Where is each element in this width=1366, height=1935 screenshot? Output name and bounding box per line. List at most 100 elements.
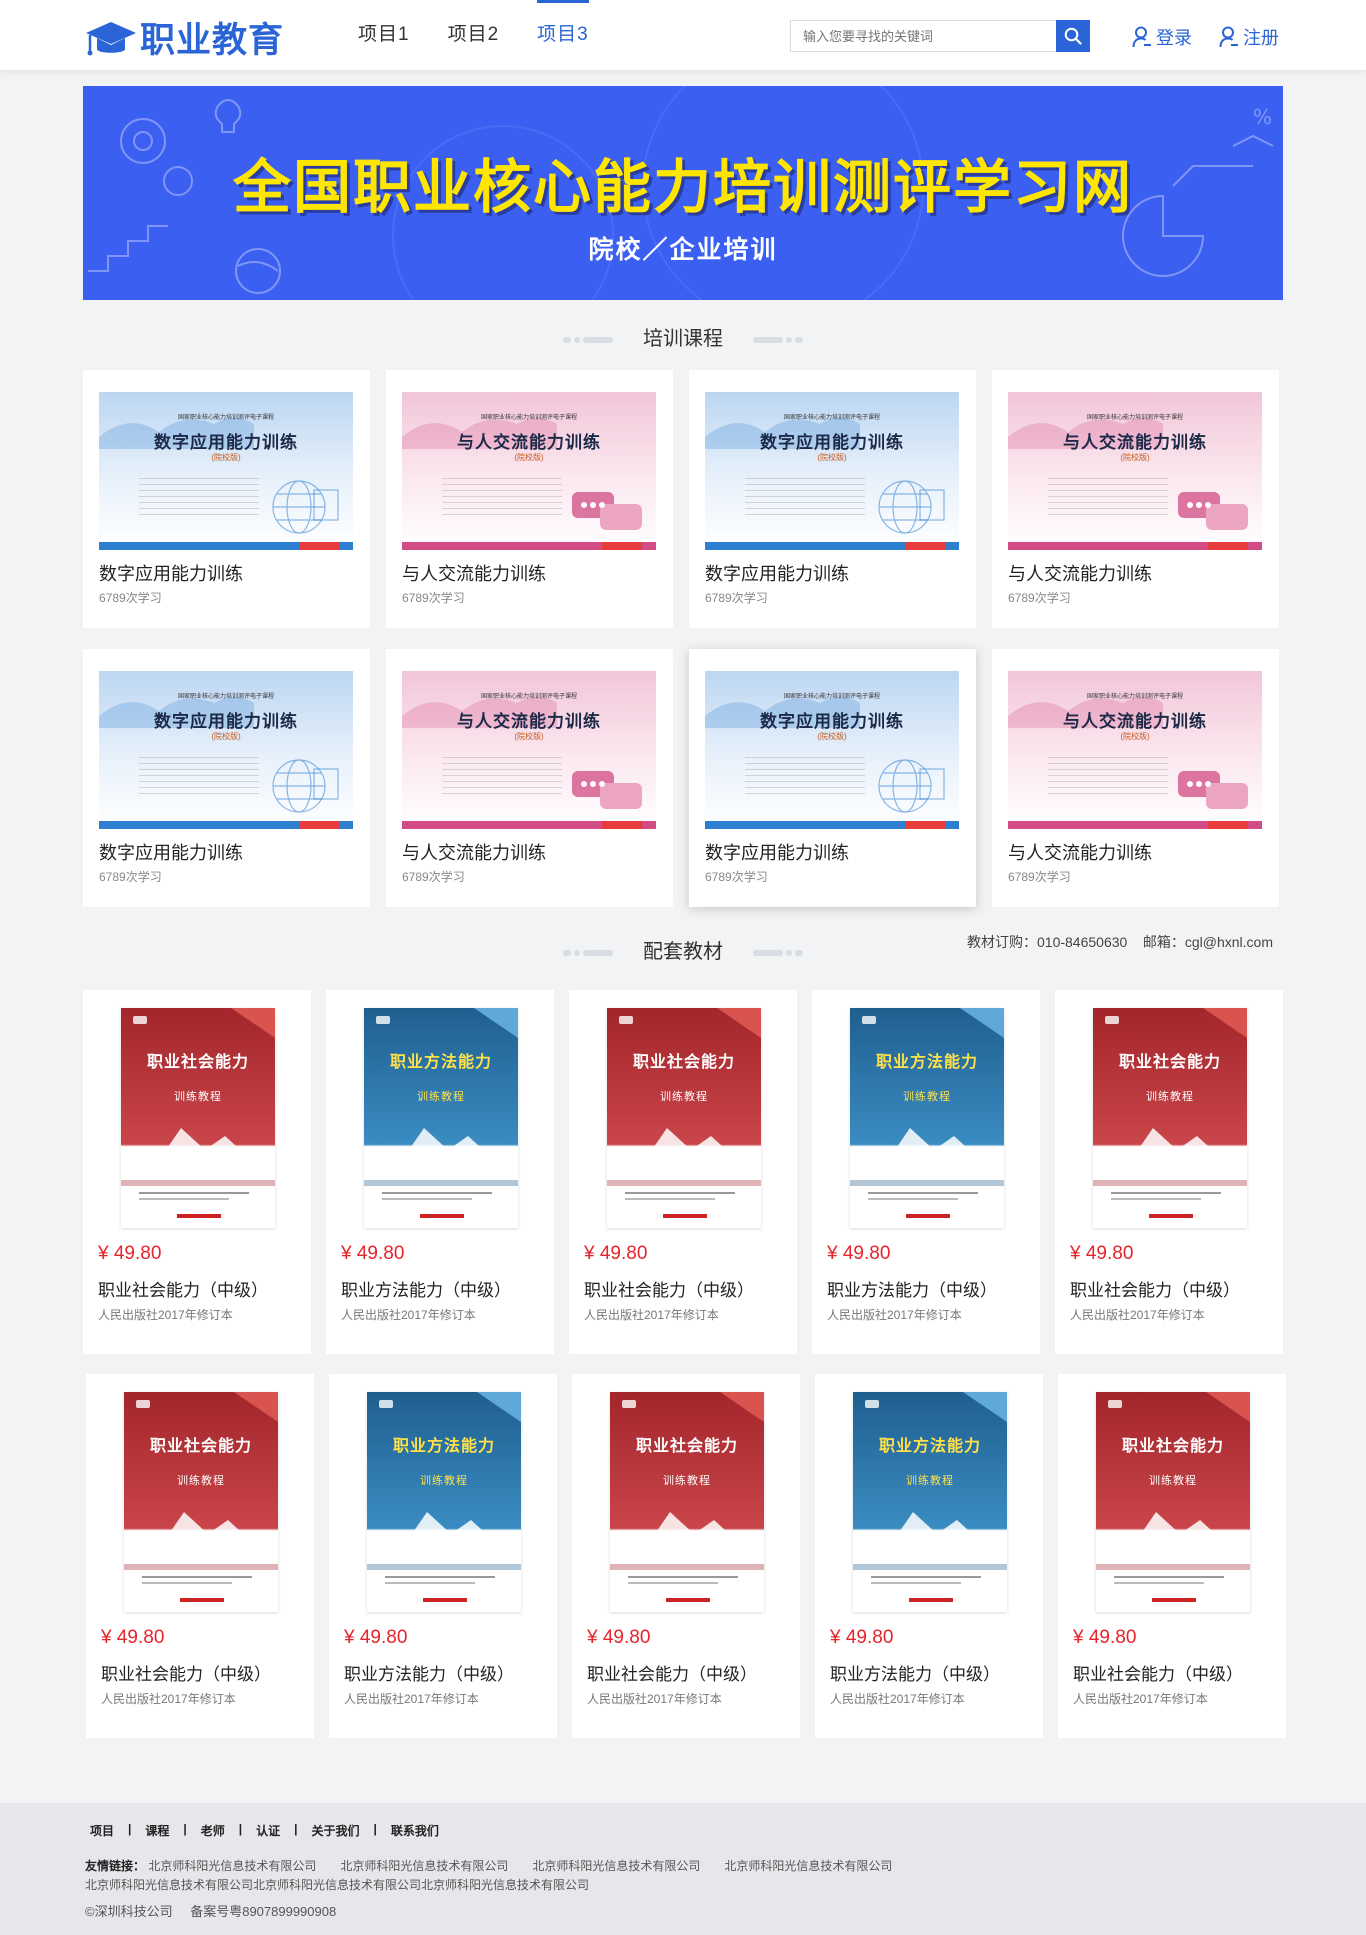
course-card[interactable]: 国家职业核心能力培训测评电子课程 与人交流能力训练 (院校版) 与人交流能力训练 678… (992, 370, 1279, 628)
course-name[interactable]: 数字应用能力训练 (99, 839, 243, 865)
course-name[interactable]: 数字应用能力训练 (705, 839, 849, 865)
book-card[interactable]: 职业社会能力 训练教程 ¥ 49.80 职业社会能力（中级） 人民出版社2017年修订本 (1058, 1374, 1286, 1738)
footer-nav-item[interactable]: 认证 (256, 1822, 280, 1839)
graduation-cap-icon (86, 21, 136, 55)
footer-nav: 项目 | 课程 | 老师 | 认证 | 关于我们 | 联系我们 (90, 1822, 439, 1839)
book-cover-subtitle: 训练教程 (1149, 1475, 1197, 1487)
nav-item-project-1[interactable]: 项目1 (358, 0, 410, 70)
course-cover-badge: (院校版) (817, 453, 847, 462)
course-study-count: 6789次学习 (705, 591, 768, 605)
search-icon (1064, 27, 1082, 45)
book-cover-title: 职业社会能力 (1118, 1054, 1221, 1071)
book-card[interactable]: 职业方法能力 训练教程 ¥ 49.80 职业方法能力（中级） 人民出版社2017年修订本 (815, 1374, 1043, 1738)
login-link[interactable]: 登录 (1132, 24, 1192, 50)
friend-link[interactable]: 北京师科阳光信息技术有限公司 (85, 1878, 253, 1892)
course-card[interactable]: 国家职业核心能力培训测评电子课程 与人交流能力训练 (院校版) 与人交流能力训练 678… (992, 649, 1279, 907)
book-card[interactable]: 职业方法能力 训练教程 ¥ 49.80 职业方法能力（中级） 人民出版社2017年修订本 (329, 1374, 557, 1738)
book-name[interactable]: 职业社会能力（中级） (101, 1660, 271, 1685)
heading-decoration (563, 336, 614, 343)
book-price: ¥ 49.80 (101, 1627, 165, 1648)
book-price: ¥ 49.80 (827, 1243, 891, 1264)
course-name[interactable]: 与人交流能力训练 (402, 839, 546, 865)
course-card[interactable]: 国家职业核心能力培训测评电子课程 数字应用能力训练 (院校版) 数字应用能力训练 678… (689, 649, 976, 907)
course-card[interactable]: 国家职业核心能力培训测评电子课程 与人交流能力训练 (院校版) 与人交流能力训练 678… (386, 370, 673, 628)
course-name[interactable]: 数字应用能力训练 (705, 560, 849, 586)
order-contact-info: 教材订购：010-84650630 邮箱：cgl@hxnl.com (967, 934, 1273, 950)
search-input[interactable] (791, 21, 1056, 51)
book-card[interactable]: 职业社会能力 训练教程 ¥ 49.80 职业社会能力（中级） 人民出版社2017年修订本 (86, 1374, 314, 1738)
book-name[interactable]: 职业方法能力（中级） (827, 1276, 997, 1301)
book-card[interactable]: 职业社会能力 训练教程 ¥ 49.80 职业社会能力（中级） 人民出版社2017年修订本 (572, 1374, 800, 1738)
book-cover-title: 职业社会能力 (146, 1054, 249, 1071)
book-cover-title: 职业社会能力 (1121, 1438, 1224, 1455)
book-name[interactable]: 职业社会能力（中级） (1070, 1276, 1240, 1301)
book-cover-subtitle: 训练教程 (906, 1475, 954, 1487)
course-cover-lines (442, 478, 562, 518)
nav-item-project-2[interactable]: 项目2 (448, 0, 500, 70)
book-name[interactable]: 职业方法能力（中级） (830, 1660, 1000, 1685)
friend-link[interactable]: 北京师科阳光信息技术有限公司 (253, 1878, 421, 1892)
book-cover-subtitle: 训练教程 (174, 1091, 222, 1103)
friend-link[interactable]: 北京师科阳光信息技术有限公司 (724, 1859, 892, 1873)
course-cover-title: 与人交流能力训练 (457, 433, 601, 452)
course-card[interactable]: 国家职业核心能力培训测评电子课程 数字应用能力训练 (院校版) 数字应用能力训练 678… (689, 370, 976, 628)
course-cover-lines (139, 757, 259, 797)
course-thumbnail: 国家职业核心能力培训测评电子课程 数字应用能力训练 (院校版) (99, 392, 353, 550)
book-cover: 职业方法能力 训练教程 (364, 1008, 518, 1228)
footer-nav-item[interactable]: 项目 (90, 1822, 114, 1839)
course-cover-title: 与人交流能力训练 (1063, 433, 1207, 452)
book-name[interactable]: 职业社会能力（中级） (1073, 1660, 1243, 1685)
course-name[interactable]: 与人交流能力训练 (1008, 839, 1152, 865)
training-section-heading: 培训课程 (0, 322, 1366, 351)
book-publisher: 人民出版社2017年修订本 (1070, 1308, 1205, 1322)
book-price: ¥ 49.80 (341, 1243, 405, 1264)
course-thumbnail: 国家职业核心能力培训测评电子课程 与人交流能力训练 (院校版) (1008, 392, 1262, 550)
course-name[interactable]: 与人交流能力训练 (1008, 560, 1152, 586)
footer-nav-item[interactable]: 课程 (145, 1822, 169, 1839)
course-card[interactable]: 国家职业核心能力培训测评电子课程 数字应用能力训练 (院校版) 数字应用能力训练 678… (83, 370, 370, 628)
course-study-count: 6789次学习 (402, 870, 465, 884)
book-name[interactable]: 职业方法能力（中级） (341, 1276, 511, 1301)
footer-nav-separator: | (238, 1822, 243, 1836)
friend-link[interactable]: 北京师科阳光信息技术有限公司 (340, 1859, 508, 1873)
book-card[interactable]: 职业社会能力 训练教程 ¥ 49.80 职业社会能力（中级） 人民出版社2017年修订本 (83, 990, 311, 1354)
book-card[interactable]: 职业方法能力 训练教程 ¥ 49.80 职业方法能力（中级） 人民出版社2017年修订本 (812, 990, 1040, 1354)
footer-nav-item[interactable]: 老师 (201, 1822, 225, 1839)
friend-link[interactable]: 北京师科阳光信息技术有限公司 (532, 1859, 700, 1873)
site-logo[interactable]: 职业教育 (84, 12, 284, 63)
logo-text: 职业教育 (140, 21, 285, 61)
book-price: ¥ 49.80 (830, 1627, 894, 1648)
course-cover-title: 与人交流能力训练 (457, 712, 601, 731)
course-card[interactable]: 国家职业核心能力培训测评电子课程 与人交流能力训练 (院校版) 与人交流能力训练 678… (386, 649, 673, 907)
course-name[interactable]: 与人交流能力训练 (402, 560, 546, 586)
book-cover: 职业社会能力 训练教程 (124, 1392, 278, 1612)
heading-decoration (752, 336, 803, 343)
book-card[interactable]: 职业社会能力 训练教程 ¥ 49.80 职业社会能力（中级） 人民出版社2017年修订本 (569, 990, 797, 1354)
book-card[interactable]: 职业方法能力 训练教程 ¥ 49.80 职业方法能力（中级） 人民出版社2017年修订本 (326, 990, 554, 1354)
friend-link[interactable]: 北京师科阳光信息技术有限公司 (148, 1859, 316, 1873)
course-card[interactable]: 国家职业核心能力培训测评电子课程 数字应用能力训练 (院校版) 数字应用能力训练 678… (83, 649, 370, 907)
book-cover: 职业社会能力 训练教程 (610, 1392, 764, 1612)
footer-nav-item[interactable]: 联系我们 (391, 1822, 439, 1839)
book-price: ¥ 49.80 (587, 1627, 651, 1648)
course-cover-title: 数字应用能力训练 (760, 433, 904, 452)
book-name[interactable]: 职业社会能力（中级） (584, 1276, 754, 1301)
course-cover-lines (139, 478, 259, 518)
course-name[interactable]: 数字应用能力训练 (99, 560, 243, 586)
course-study-count: 6789次学习 (99, 870, 162, 884)
book-name[interactable]: 职业社会能力（中级） (98, 1276, 268, 1301)
course-cover-title: 数字应用能力训练 (154, 712, 298, 731)
book-cover: 职业社会能力 训练教程 (1093, 1008, 1247, 1228)
footer-nav-item[interactable]: 关于我们 (312, 1822, 360, 1839)
search-button[interactable] (1056, 20, 1090, 52)
course-cover-subtitle: 国家职业核心能力培训测评电子课程 (480, 694, 577, 700)
book-cover: 职业方法能力 训练教程 (853, 1392, 1007, 1612)
book-name[interactable]: 职业社会能力（中级） (587, 1660, 757, 1685)
friend-link[interactable]: 北京师科阳光信息技术有限公司 (421, 1878, 589, 1892)
book-publisher: 人民出版社2017年修订本 (1073, 1692, 1208, 1706)
book-card[interactable]: 职业社会能力 训练教程 ¥ 49.80 职业社会能力（中级） 人民出版社2017年修订本 (1055, 990, 1283, 1354)
register-link[interactable]: 注册 (1219, 24, 1279, 50)
book-name[interactable]: 职业方法能力（中级） (344, 1660, 514, 1685)
hero-banner[interactable]: % 全国职业核心能力培训测评学习网 院校／企业培训 (83, 86, 1283, 300)
nav-item-project-3[interactable]: 项目3 (537, 0, 589, 70)
